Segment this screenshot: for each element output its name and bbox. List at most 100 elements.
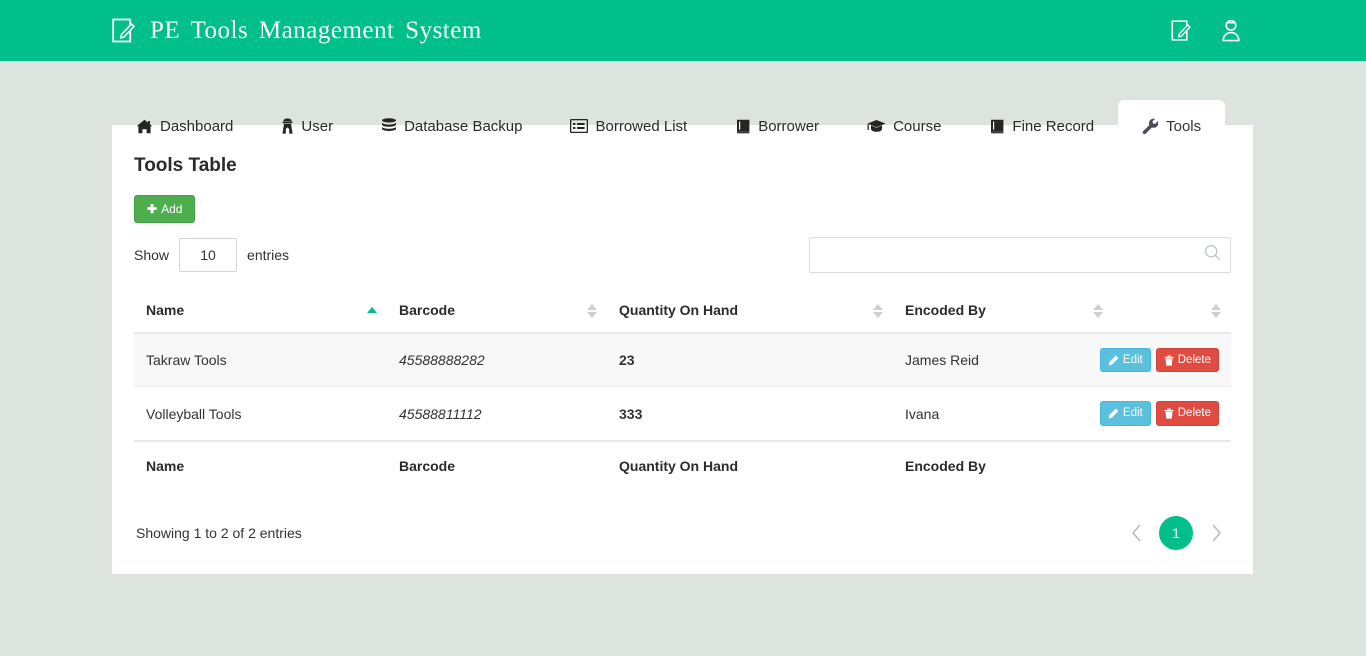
column-header-encoded-by[interactable]: Encoded By [893,290,1113,334]
nav-label: Fine Record [1012,117,1095,135]
row-actions: Edit Delete [1099,401,1219,426]
cell-quantity: 23 [607,333,893,388]
wrench-icon [1142,118,1159,135]
page-button-1[interactable]: 1 [1159,515,1193,550]
nav-label: Dashboard [160,117,234,135]
database-icon [381,118,397,134]
nav-item-fine-record[interactable]: Fine Record [965,100,1118,152]
nav-label: Tools [1166,117,1202,135]
nav-item-course[interactable]: Course [843,100,965,152]
sort-ascending-icon [367,306,377,316]
nav-label: Borrower [758,117,820,135]
nav-item-database-backup[interactable]: Database Backup [357,100,546,152]
compose-button[interactable] [1171,19,1192,42]
book-icon [735,119,751,134]
page-title: Tools Table [134,155,237,176]
app-header: PE Tools Management System [0,0,1366,61]
account-button[interactable] [1220,19,1242,42]
cell-actions: Edit Delete [1099,333,1231,388]
column-header-name[interactable]: Name [134,290,387,334]
primary-nav-wrapper: Dashboard User Database Backup Borrowed … [0,61,1366,152]
edit-button-label: Edit [1122,407,1143,420]
nav-item-dashboard[interactable]: Dashboard [112,100,257,152]
nav-item-user[interactable]: User [257,100,357,152]
graduation-cap-icon [867,119,886,133]
length-menu-prefix: Show [134,247,170,263]
edit-button-label: Edit [1122,354,1143,366]
table-footer-row: Name Barcode Quantity On Hand Encoded By [134,439,1231,488]
cell-name: Volleyball Tools [134,386,387,442]
home-icon [136,119,153,134]
footer-name: Name [134,439,387,488]
search-box [809,237,1231,273]
column-header-quantity-on-hand[interactable]: Quantity On Hand [607,290,893,334]
sort-icon [873,303,883,319]
table-foot: Name Barcode Quantity On Hand Encoded By [134,439,1231,488]
sort-icon [1093,303,1103,319]
length-select[interactable] [179,238,238,272]
add-button-label: Add [161,202,183,216]
tools-table-card: Tools Table ✚ Add Show entries [112,125,1253,574]
search-input[interactable] [809,237,1231,273]
cell-barcode: 45588888282 [387,333,607,388]
table-head: Name Barcode Quantity On Hand Encoded By [134,290,1231,334]
nav-label: Borrowed List [595,117,688,135]
chevron-right-icon[interactable] [1203,520,1229,546]
trash-icon [1164,408,1174,419]
length-menu: Show entries [134,238,289,272]
pencil-square-icon [112,17,136,44]
sort-icon [587,303,597,319]
table-body: Takraw Tools 45588888282 23 James Reid E… [134,333,1231,442]
column-label: Quantity On Hand [619,302,738,318]
table-row: Volleyball Tools 45588811112 333 Ivana E… [134,386,1231,442]
list-alt-icon [570,119,589,133]
trash-icon [1164,355,1174,366]
footer-encoded-by: Encoded By [893,439,1113,488]
footer-barcode: Barcode [387,439,607,488]
app-title: PE Tools Management System [150,16,482,44]
brand: PE Tools Management System [112,17,482,45]
cell-name: Takraw Tools [134,333,387,388]
table-row: Takraw Tools 45588888282 23 James Reid E… [134,333,1231,388]
length-menu-suffix: entries [247,247,290,263]
chevron-left-icon[interactable] [1123,520,1149,546]
nav-item-tools[interactable]: Tools [1118,100,1226,152]
nav-item-borrowed-list[interactable]: Borrowed List [546,100,711,152]
pencil-icon [1108,408,1119,419]
cell-quantity: 333 [607,386,893,442]
delete-button-label: Delete [1177,407,1211,420]
footer-actions [1113,439,1231,488]
edit-button[interactable]: Edit [1099,401,1151,426]
tools-table: Name Barcode Quantity On Hand Encoded By [134,290,1231,488]
edit-button[interactable]: Edit [1099,348,1151,373]
column-header-actions[interactable] [1113,290,1231,334]
pagination: 1 [1123,515,1229,550]
pencil-icon [1108,355,1119,366]
column-label: Encoded By [905,302,986,318]
table-info: Showing 1 to 2 of 2 entries [136,524,302,541]
delete-button[interactable]: Delete [1155,401,1219,426]
nav-label: Course [893,117,942,135]
footer-quantity-on-hand: Quantity On Hand [607,439,893,488]
delete-button[interactable]: Delete [1155,348,1219,373]
cell-encoded-by: James Reid [893,333,1113,388]
table-footer-controls: Showing 1 to 2 of 2 entries 1 [134,510,1231,556]
add-button[interactable]: ✚ Add [134,195,196,223]
row-actions: Edit Delete [1099,348,1219,373]
sort-icon [1211,303,1221,319]
book-icon [989,119,1005,134]
cell-barcode: 45588811112 [387,386,607,442]
column-header-barcode[interactable]: Barcode [387,290,607,334]
nav-item-borrower[interactable]: Borrower [711,100,843,152]
user-secret-icon [281,118,294,134]
column-label: Barcode [399,302,456,318]
cell-encoded-by: Ivana [893,386,1113,442]
column-label: Name [146,302,185,318]
delete-button-label: Delete [1177,354,1211,366]
nav-label: Database Backup [404,117,523,135]
plus-icon: ✚ [147,202,158,216]
table-header-row: Name Barcode Quantity On Hand Encoded By [134,290,1231,334]
nav-label: User [301,117,334,135]
table-controls: Show entries [134,236,1231,274]
cell-actions: Edit Delete [1099,386,1231,442]
